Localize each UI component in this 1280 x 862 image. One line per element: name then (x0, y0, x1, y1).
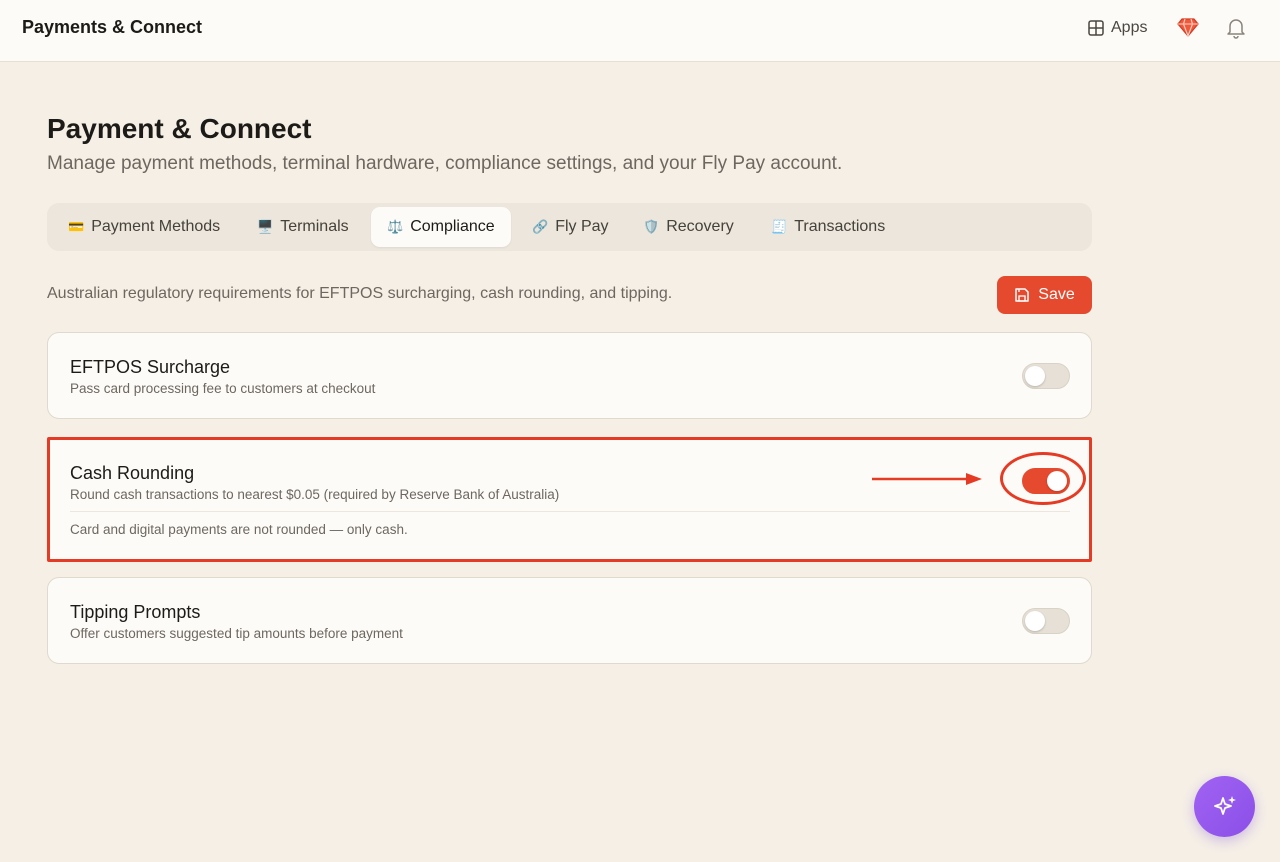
setting-note: Card and digital payments are not rounde… (70, 522, 408, 537)
setting-title: EFTPOS Surcharge (70, 357, 231, 377)
tab-recovery[interactable]: 🛡️ Recovery (627, 207, 750, 247)
save-icon (1015, 288, 1030, 302)
tab-label: Transactions (794, 218, 886, 235)
gem-button[interactable] (1176, 15, 1200, 39)
tipping-prompts-toggle[interactable] (1022, 608, 1070, 634)
tab-label: Fly Pay (555, 218, 609, 235)
tab-label: Payment Methods (91, 218, 221, 235)
setting-description: Offer customers suggested tip amounts be… (70, 626, 403, 641)
app-title: Payments & Connect (22, 17, 203, 37)
save-button[interactable]: Save (997, 276, 1092, 314)
setting-title: Cash Rounding (70, 463, 195, 483)
apps-label: Apps (1111, 19, 1148, 36)
gem-icon (1177, 18, 1199, 38)
setting-card-cash-rounding: Cash Rounding Round cash transactions to… (47, 437, 1092, 562)
toggle-knob (1025, 611, 1045, 631)
tab-label: Compliance (410, 218, 495, 235)
tab-label: Terminals (280, 218, 349, 235)
tab-terminals[interactable]: 🖥️ Terminals (241, 207, 365, 247)
apps-button[interactable]: Apps (1088, 16, 1147, 40)
toggle-knob (1025, 366, 1045, 386)
tab-compliance[interactable]: ⚖️ Compliance (371, 207, 511, 247)
tab-bar: 💳 Payment Methods 🖥️ Terminals ⚖️ Compli… (47, 203, 1092, 251)
sparkle-icon (1213, 795, 1236, 815)
tab-label: Recovery (666, 218, 734, 235)
divider (70, 511, 1070, 512)
ai-assistant-button[interactable] (1194, 776, 1255, 837)
annotation-arrow-icon (872, 473, 982, 485)
tab-fly-pay[interactable]: 🔗 Fly Pay (516, 207, 625, 247)
credit-card-icon: 💳 (68, 219, 85, 234)
eftpos-surcharge-toggle[interactable] (1022, 363, 1070, 389)
scales-icon: ⚖️ (387, 219, 404, 234)
setting-title: Tipping Prompts (70, 602, 201, 622)
setting-card-tipping-prompts: Tipping Prompts Offer customers suggeste… (47, 577, 1092, 664)
monitor-icon: 🖥️ (257, 219, 274, 234)
receipt-icon: 🧾 (771, 219, 788, 234)
apps-grid-icon (1088, 20, 1104, 36)
page-title: Payment & Connect (47, 113, 312, 144)
section-description: Australian regulatory requirements for E… (47, 285, 673, 302)
notifications-button[interactable] (1224, 15, 1248, 39)
top-bar: Payments & Connect Apps (0, 0, 1280, 62)
annotation-circle (1000, 452, 1086, 505)
tab-transactions[interactable]: 🧾 Transactions (755, 207, 901, 247)
tab-payment-methods[interactable]: 💳 Payment Methods (52, 207, 236, 247)
page-subtitle: Manage payment methods, terminal hardwar… (47, 153, 843, 174)
shield-icon: 🛡️ (643, 219, 660, 234)
bell-icon (1227, 19, 1245, 39)
setting-card-eftpos-surcharge: EFTPOS Surcharge Pass card processing fe… (47, 332, 1092, 419)
setting-description: Round cash transactions to nearest $0.05… (70, 487, 560, 502)
setting-description: Pass card processing fee to customers at… (70, 381, 376, 396)
link-icon: 🔗 (532, 219, 549, 234)
save-label: Save (1038, 286, 1075, 303)
